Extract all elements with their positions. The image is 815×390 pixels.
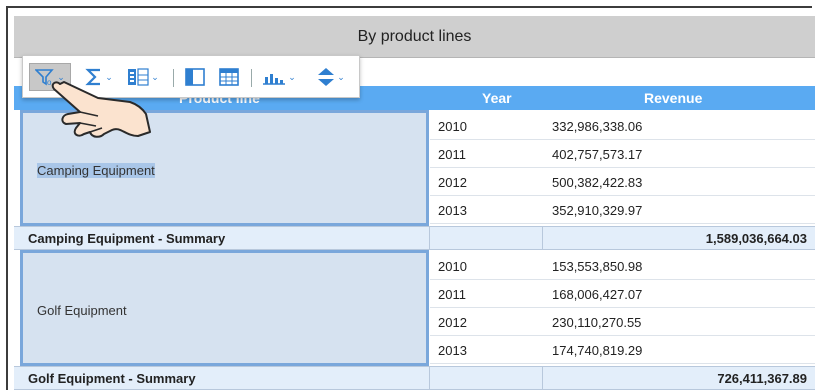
column-divider: [429, 227, 430, 249]
toolbar-divider: [251, 69, 252, 87]
year-cell: 2013: [438, 203, 467, 218]
revenue-cell: 153,553,850.98: [552, 259, 643, 274]
chevron-down-icon: ⌄: [288, 71, 296, 82]
chart-button[interactable]: ⌄: [257, 63, 301, 91]
sort-icon: [318, 68, 335, 86]
year-cell: 2012: [438, 315, 467, 330]
summary-label: Golf Equipment - Summary: [28, 371, 196, 386]
table-row[interactable]: 2013 174,740,819.29: [430, 336, 815, 364]
year-cell: 2012: [438, 175, 467, 190]
table-row[interactable]: 2012 230,110,270.55: [430, 308, 815, 336]
chevron-down-icon: ⌄: [337, 71, 345, 82]
report-title-bar: By product lines: [14, 16, 815, 58]
grid-icon: [219, 68, 239, 86]
revenue-cell: 402,757,573.17: [552, 147, 643, 162]
column-header-revenue[interactable]: Revenue: [644, 90, 702, 106]
product-line-label: Golf Equipment: [37, 303, 127, 318]
summary-label: Camping Equipment - Summary: [28, 231, 226, 246]
year-cell: 2010: [438, 259, 467, 274]
year-cell: 2011: [438, 287, 466, 302]
revenue-cell: 500,382,422.83: [552, 175, 643, 190]
report-title: By product lines: [357, 28, 472, 45]
table-row[interactable]: 2010 153,553,850.98: [430, 252, 815, 280]
summary-value: 1,589,036,664.03: [705, 231, 807, 246]
layout-button[interactable]: [181, 63, 209, 91]
year-cell: 2010: [438, 119, 467, 134]
revenue-cell: 174,740,819.29: [552, 343, 643, 358]
revenue-cell: 230,110,270.55: [552, 315, 642, 330]
hand-cursor-icon: [51, 81, 151, 138]
column-divider: [542, 367, 543, 389]
summary-row[interactable]: Golf Equipment - Summary 726,411,367.89: [14, 366, 815, 390]
column-divider: [542, 227, 543, 249]
toolbar-divider: [173, 69, 174, 87]
year-cell: 2011: [438, 147, 466, 162]
revenue-cell: 168,006,427.07: [552, 287, 643, 302]
column-divider: [429, 367, 430, 389]
revenue-cell: 332,986,338.06: [552, 119, 643, 134]
table-row[interactable]: 2010 332,986,338.06: [430, 112, 815, 140]
grid-button[interactable]: [215, 63, 243, 91]
layout-icon: [185, 68, 205, 86]
table-row[interactable]: 2011 402,757,573.17: [430, 140, 815, 168]
revenue-cell: 352,910,329.97: [552, 203, 643, 218]
chart-icon: [263, 74, 286, 85]
table-row[interactable]: 2012 500,382,422.83: [430, 168, 815, 196]
summary-row[interactable]: Camping Equipment - Summary 1,589,036,66…: [14, 226, 815, 250]
summary-value: 726,411,367.89: [717, 371, 807, 386]
column-header-year[interactable]: Year: [482, 90, 512, 106]
table-row[interactable]: 2013 352,910,329.97: [430, 196, 815, 224]
product-line-cell-golf[interactable]: Golf Equipment: [20, 250, 429, 366]
year-cell: 2013: [438, 343, 467, 358]
table-row[interactable]: 2011 168,006,427.07: [430, 280, 815, 308]
sort-button[interactable]: ⌄: [311, 63, 351, 91]
product-line-label: Camping Equipment: [37, 163, 155, 178]
